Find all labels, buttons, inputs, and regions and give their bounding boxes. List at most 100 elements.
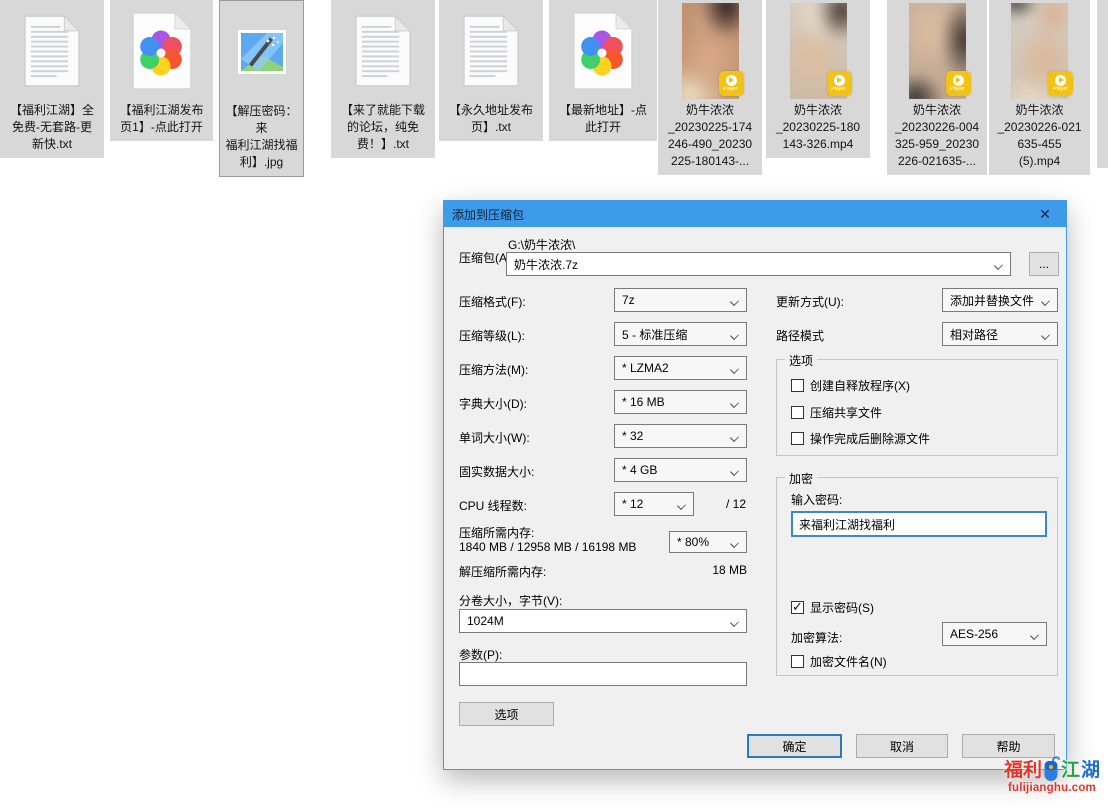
file-tile[interactable]: 【最新地址】-点 此打开 [549,0,657,141]
dialog-title: 添加到压缩包 [452,206,524,223]
watermark-url: fulijianghu.com [997,782,1107,794]
ok-button[interactable]: 确定 [747,734,842,758]
close-icon: ✕ [1039,206,1051,223]
file-tile[interactable]: Player 奶牛浓浓 _20230225-174 246-490_20230 … [658,0,762,175]
format-combobox[interactable]: 7z [614,288,747,312]
dictionary-label: 字典大小(D): [459,395,527,412]
file-name: 【福利江湖】全 免费-无套路-更 新快.txt [0,102,104,153]
web-shortcut-icon [572,10,634,92]
partial-file-tile [1097,0,1108,168]
word-size-combobox[interactable]: * 32 [614,424,747,448]
file-name: 【最新地址】-点 此打开 [549,102,657,136]
desktop-file-view: 【福利江湖】全 免费-无套路-更 新快.txt 【福利江湖发布 页1】-点此打开… [0,0,1108,809]
chevron-down-icon [1041,297,1050,306]
archive-label: 压缩包(A) [459,249,511,266]
file-name: 奶牛浓浓 _20230226-021 635-455 (5).mp4 [989,102,1090,170]
mouse-icon [1043,756,1060,782]
file-tile[interactable]: Player 奶牛浓浓 _20230226-021 635-455 (5).mp… [989,0,1090,175]
sfx-checkbox-row[interactable]: 创建自释放程序(X) [791,377,910,394]
update-mode-label: 更新方式(U): [776,293,844,310]
memory-compress-label: 压缩所需内存: [459,524,534,541]
cpu-threads-label: CPU 线程数: [459,497,527,514]
password-input[interactable] [791,511,1047,537]
word-size-label: 单词大小(W): [459,429,530,446]
show-password-checkbox-row[interactable]: 显示密码(S) [791,599,874,616]
memory-decompress-label: 解压缩所需内存: [459,563,546,580]
chevron-down-icon [1041,331,1050,340]
dialog-titlebar[interactable]: 添加到压缩包 ✕ [444,201,1066,227]
add-to-archive-dialog: 添加到压缩包 ✕ 压缩包(A) G:\奶牛浓浓\ 奶牛浓浓.7z ... 压缩格… [443,200,1067,770]
site-watermark: 福利 江湖 fulijianghu.com [997,755,1107,794]
cpu-threads-combobox[interactable]: * 12 [614,492,694,516]
level-combobox[interactable]: 5 - 标准压缩 [614,322,747,346]
file-name: 奶牛浓浓 _20230225-180 143-326.mp4 [766,102,870,153]
path-mode-combobox[interactable]: 相对路径 [942,322,1058,346]
video-thumbnail: Player [909,3,966,99]
text-file-icon [354,14,413,89]
player-badge-icon: Player [719,71,744,96]
checkbox-icon[interactable] [791,655,804,668]
archive-name-combobox[interactable]: 奶牛浓浓.7z [506,252,1011,276]
close-button[interactable]: ✕ [1024,201,1066,227]
password-label: 输入密码: [791,491,842,508]
memory-percent-combobox[interactable]: * 80% [669,531,747,553]
browse-button[interactable]: ... [1029,252,1059,276]
play-icon [1059,77,1064,83]
file-tile[interactable]: 【解压密码：来 福利江湖找福 利】.jpg [219,0,304,177]
player-badge-icon: Player [946,71,971,96]
checkbox-icon[interactable] [791,406,804,419]
file-name: 【福利江湖发布 页1】-点此打开 [110,102,213,136]
file-name: 奶牛浓浓 _20230226-004 325-959_20230 226-021… [887,102,987,170]
update-mode-combobox[interactable]: 添加并替换文件 [942,288,1058,312]
play-icon [956,77,961,83]
memory-decompress-value: 18 MB [614,563,747,577]
encryption-group-legend: 加密 [785,470,817,487]
watermark-word1: 福利 [1004,755,1042,782]
file-name: 【永久地址发布 页】.txt [439,102,543,136]
chevron-down-icon [730,297,739,306]
encryption-method-combobox[interactable]: AES-256 [942,622,1047,646]
volume-size-label: 分卷大小，字节(V): [459,592,562,609]
checkbox-icon[interactable] [791,432,804,445]
image-file-icon [237,29,287,75]
play-icon [837,77,842,83]
cancel-button[interactable]: 取消 [856,734,948,758]
file-tile[interactable]: 【福利江湖】全 免费-无套路-更 新快.txt [0,0,104,158]
chevron-down-icon [1030,631,1039,640]
file-tile[interactable]: Player 奶牛浓浓 _20230226-004 325-959_20230 … [887,0,987,175]
delete-after-checkbox-row[interactable]: 操作完成后删除源文件 [791,430,930,447]
encryption-method-label: 加密算法: [791,629,842,646]
volume-size-combobox[interactable]: 1024M [459,609,747,633]
video-thumbnail: Player [1011,3,1068,99]
file-tile[interactable]: 【福利江湖发布 页1】-点此打开 [110,0,213,141]
cpu-threads-max: / 12 [726,497,746,511]
player-badge-icon: Player [827,71,852,96]
file-tile[interactable]: Player 奶牛浓浓 _20230225-180 143-326.mp4 [766,0,870,158]
parameters-input[interactable] [459,662,747,686]
format-label: 压缩格式(F): [459,293,526,310]
path-mode-label: 路径模式 [776,327,824,344]
options-group-legend: 选项 [785,352,817,369]
player-badge-icon: Player [1048,71,1073,96]
options-button[interactable]: 选项 [459,702,554,726]
file-tile[interactable]: 【来了就能下载 的论坛，纯免 费！】.txt [331,0,435,158]
shared-files-checkbox-row[interactable]: 压缩共享文件 [791,404,882,421]
chevron-down-icon [994,261,1003,270]
chevron-down-icon [730,433,739,442]
dictionary-combobox[interactable]: * 16 MB [614,390,747,414]
level-label: 压缩等级(L): [459,327,525,344]
checkbox-icon[interactable] [791,379,804,392]
chevron-down-icon [677,501,686,510]
file-name: 【解压密码：来 福利江湖找福 利】.jpg [220,103,303,171]
encrypt-filenames-checkbox-row[interactable]: 加密文件名(N) [791,653,887,670]
chevron-down-icon [730,399,739,408]
chevron-down-icon [730,365,739,374]
parameters-label: 参数(P): [459,646,502,663]
solid-block-combobox[interactable]: * 4 GB [614,458,747,482]
file-tile[interactable]: 【永久地址发布 页】.txt [439,0,543,141]
method-combobox[interactable]: * LZMA2 [614,356,747,380]
video-thumbnail: Player [790,3,847,99]
file-name: 奶牛浓浓 _20230225-174 246-490_20230 225-180… [658,102,762,170]
text-file-icon [462,14,521,89]
checkbox-icon[interactable] [791,601,804,614]
